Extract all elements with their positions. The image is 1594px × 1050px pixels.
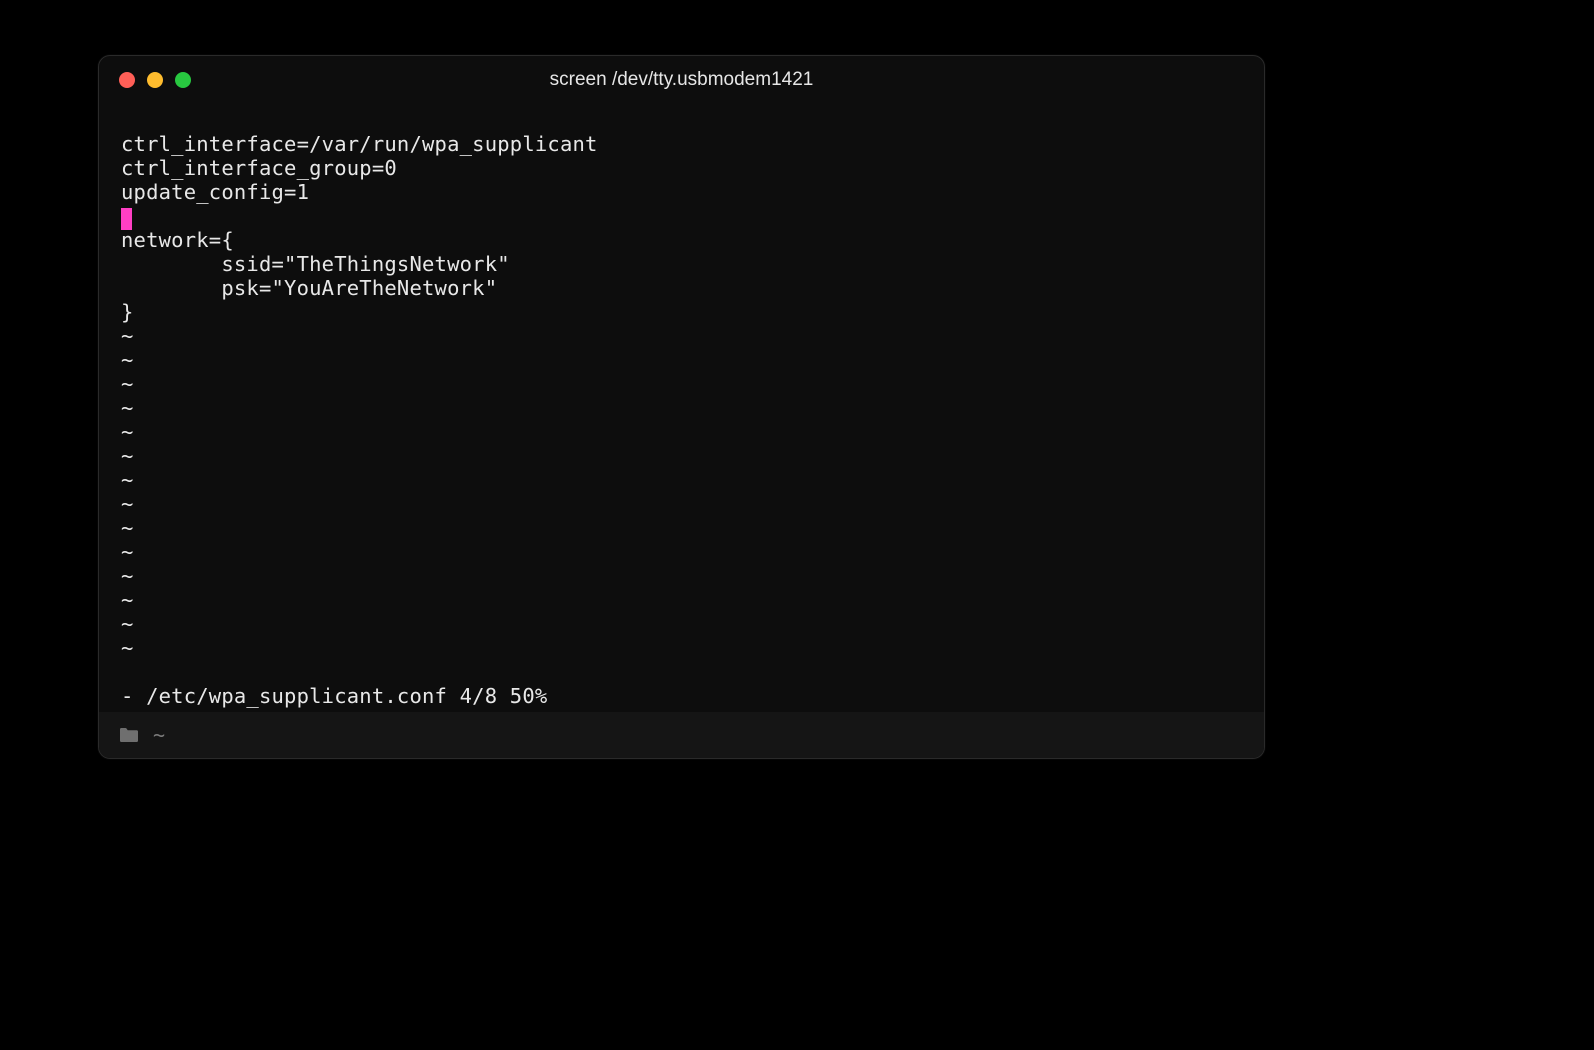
folder-icon — [119, 727, 139, 743]
terminal-body[interactable]: ctrl_interface=/var/run/wpa_supplicant c… — [99, 104, 1264, 712]
terminal-window: screen /dev/tty.usbmodem1421 ctrl_interf… — [98, 55, 1265, 759]
minimize-icon[interactable] — [147, 72, 163, 88]
editor-line: ctrl_interface=/var/run/wpa_supplicant — [121, 132, 598, 156]
editor-line: psk="YouAreTheNetwork" — [121, 276, 497, 300]
editor-line: ssid="TheThingsNetwork" — [121, 252, 510, 276]
editor-status-line: - /etc/wpa_supplicant.conf 4/8 50% — [121, 684, 547, 708]
cursor-icon — [121, 208, 132, 230]
status-path: ~ — [153, 723, 165, 747]
filler-lines: ~ ~ ~ ~ ~ ~ ~ ~ ~ ~ ~ ~ ~ ~ — [121, 324, 134, 660]
zoom-icon[interactable] — [175, 72, 191, 88]
titlebar: screen /dev/tty.usbmodem1421 — [99, 56, 1264, 104]
editor-line: } — [121, 300, 134, 324]
window-title: screen /dev/tty.usbmodem1421 — [99, 69, 1264, 91]
statusbar: ~ — [99, 712, 1264, 758]
close-icon[interactable] — [119, 72, 135, 88]
editor-line: update_config=1 — [121, 180, 309, 204]
editor-line: ctrl_interface_group=0 — [121, 156, 397, 180]
editor-line: network={ — [121, 228, 234, 252]
traffic-lights — [119, 72, 191, 88]
